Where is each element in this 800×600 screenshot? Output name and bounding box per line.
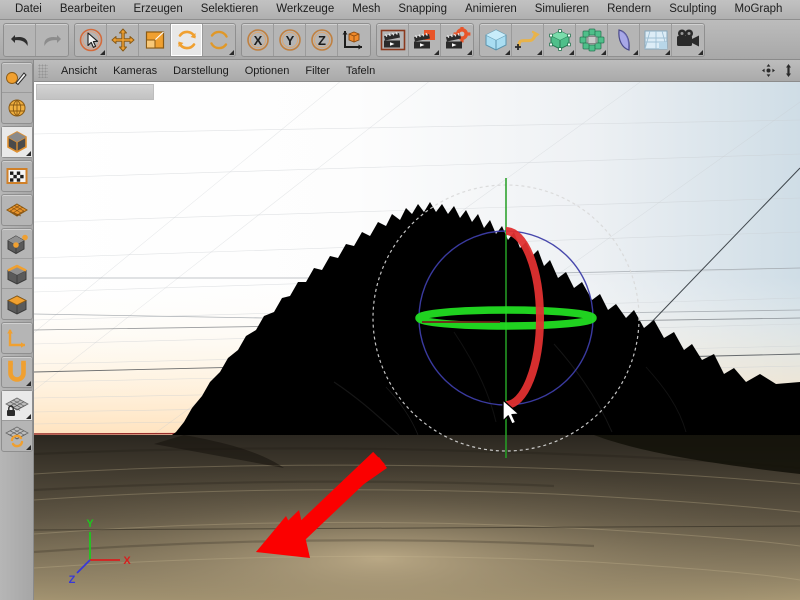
pan-view-icon[interactable] <box>760 62 777 79</box>
menu-item-erzeugen[interactable]: Erzeugen <box>124 0 191 19</box>
cinema4d-window: Datei Bearbeiten Erzeugen Selektieren We… <box>0 0 800 600</box>
rotate-alt-tool-button[interactable] <box>203 24 235 56</box>
menu-item-animieren[interactable]: Animieren <box>456 0 526 19</box>
add-environment-button[interactable] <box>640 23 672 56</box>
left-toolbar <box>0 60 34 600</box>
viewport-menu-ansicht[interactable]: Ansicht <box>53 61 105 81</box>
svg-text:Z: Z <box>318 33 326 48</box>
viewport-menu-kameras[interactable]: Kameras <box>105 61 165 81</box>
svg-text:X: X <box>253 33 262 48</box>
menu-item-datei[interactable]: Datei <box>6 0 51 19</box>
add-deformer-button[interactable] <box>608 23 640 56</box>
workplane-lock-submenu-arrow[interactable] <box>25 414 31 419</box>
render-region-button[interactable] <box>409 23 441 56</box>
coordinate-system-toggle-button[interactable] <box>338 24 370 56</box>
ground-plane <box>34 435 800 600</box>
menu-item-bearbeiten[interactable]: Bearbeiten <box>51 0 125 19</box>
main-toolbar: X Y Z <box>0 20 800 60</box>
menu-item-mograph[interactable]: MoGraph <box>726 0 792 19</box>
left-group-axis <box>0 322 33 354</box>
snap-magnet-button[interactable] <box>2 357 32 387</box>
add-primitive-submenu-arrow[interactable] <box>505 49 510 55</box>
viewport-nav-icons <box>760 62 800 79</box>
menu-item-mesh[interactable]: Mesh <box>343 0 389 19</box>
menu-item-selektieren[interactable]: Selektieren <box>192 0 268 19</box>
add-deformer-submenu-arrow[interactable] <box>633 49 638 55</box>
redo-button[interactable] <box>36 24 68 56</box>
toolbar-group-axis-locks: X Y Z <box>241 22 371 57</box>
menu-item-rendern[interactable]: Rendern <box>598 0 660 19</box>
menu-item-simulieren[interactable]: Simulieren <box>526 0 598 19</box>
move-tool-button[interactable] <box>107 23 139 56</box>
texture-mode-button[interactable] <box>2 161 32 191</box>
lock-x-axis-button[interactable]: X <box>242 23 274 56</box>
add-nurbs-button[interactable] <box>544 23 576 56</box>
left-group-snap <box>0 356 33 388</box>
viewport-menu-filter[interactable]: Filter <box>297 61 337 81</box>
add-camera-button[interactable] <box>672 24 704 56</box>
menu-item-werkzeuge[interactable]: Werkzeuge <box>267 0 343 19</box>
left-group-polygon-grid <box>0 194 33 226</box>
rotate-alt-submenu-arrow[interactable] <box>229 49 234 55</box>
select-tool-submenu-arrow[interactable] <box>100 49 105 55</box>
menu-item-sculpting[interactable]: Sculpting <box>660 0 725 19</box>
viewport-label-tab[interactable] <box>36 84 154 100</box>
menu-item-charakter[interactable]: Charakt <box>791 0 800 19</box>
add-array-submenu-arrow[interactable] <box>601 49 606 55</box>
axis-label-y: Y <box>86 518 94 530</box>
left-group-texture-mode <box>0 160 33 192</box>
object-mode-submenu-arrow[interactable] <box>25 151 31 156</box>
left-group-components <box>0 228 33 320</box>
toolbar-group-objects <box>479 22 705 57</box>
viewport-drag-grip[interactable] <box>38 63 48 78</box>
polygon-mode-button[interactable] <box>2 289 32 319</box>
snap-submenu-arrow[interactable] <box>25 381 31 386</box>
viewport-menu-optionen[interactable]: Optionen <box>237 61 298 81</box>
workplane-button[interactable] <box>2 421 32 451</box>
toolbar-group-render <box>376 22 474 57</box>
add-camera-submenu-arrow[interactable] <box>698 49 703 55</box>
scale-tool-button[interactable] <box>139 23 171 56</box>
axis-label-x: X <box>123 555 131 567</box>
render-settings-submenu-arrow[interactable] <box>467 49 472 55</box>
lock-y-axis-button[interactable]: Y <box>274 23 306 56</box>
undo-button[interactable] <box>4 23 36 56</box>
rotate-tool-button[interactable] <box>171 23 203 56</box>
viewport-menu-bar: Ansicht Kameras Darstellung Optionen Fil… <box>34 60 800 82</box>
lock-z-axis-button[interactable]: Z <box>306 23 338 56</box>
workplane-submenu-arrow[interactable] <box>25 445 31 450</box>
viewport-3d[interactable]: Y X Z <box>34 82 800 600</box>
viewport-menu-tafeln[interactable]: Tafeln <box>338 61 383 81</box>
render-view-button[interactable] <box>377 23 409 56</box>
add-array-button[interactable] <box>576 23 608 56</box>
select-tool-button[interactable] <box>75 23 107 56</box>
object-mode-button[interactable] <box>1 127 32 157</box>
left-group-workplane <box>0 390 33 452</box>
svg-text:Y: Y <box>285 33 294 48</box>
toolbar-group-transform <box>74 22 236 57</box>
add-spline-button[interactable] <box>512 23 544 56</box>
add-primitive-cube-button[interactable] <box>480 23 512 56</box>
main-menu-bar: Datei Bearbeiten Erzeugen Selektieren We… <box>0 0 800 20</box>
polygon-grid-mode-button[interactable] <box>2 195 32 225</box>
edge-mode-button[interactable] <box>1 259 32 289</box>
make-editable-button[interactable] <box>2 93 32 123</box>
left-group-object-mode <box>0 126 33 158</box>
axis-mode-button[interactable] <box>2 323 32 353</box>
zoom-view-icon[interactable] <box>780 62 797 79</box>
axis-label-z: Z <box>69 574 76 586</box>
workplane-lock-button[interactable] <box>1 391 32 421</box>
viewport-scene: Y X Z <box>34 82 800 600</box>
add-nurbs-submenu-arrow[interactable] <box>569 49 574 55</box>
add-environment-submenu-arrow[interactable] <box>665 49 670 55</box>
menu-item-snapping[interactable]: Snapping <box>389 0 456 19</box>
render-region-submenu-arrow[interactable] <box>434 49 439 55</box>
viewport-menu-darstellung[interactable]: Darstellung <box>165 61 237 81</box>
add-spline-submenu-arrow[interactable] <box>537 49 542 55</box>
render-settings-button[interactable] <box>441 24 473 56</box>
point-mode-button[interactable] <box>1 229 32 259</box>
undo-view-button[interactable] <box>1 63 32 93</box>
left-group-mode-top <box>0 62 33 124</box>
toolbar-group-history <box>3 22 69 57</box>
